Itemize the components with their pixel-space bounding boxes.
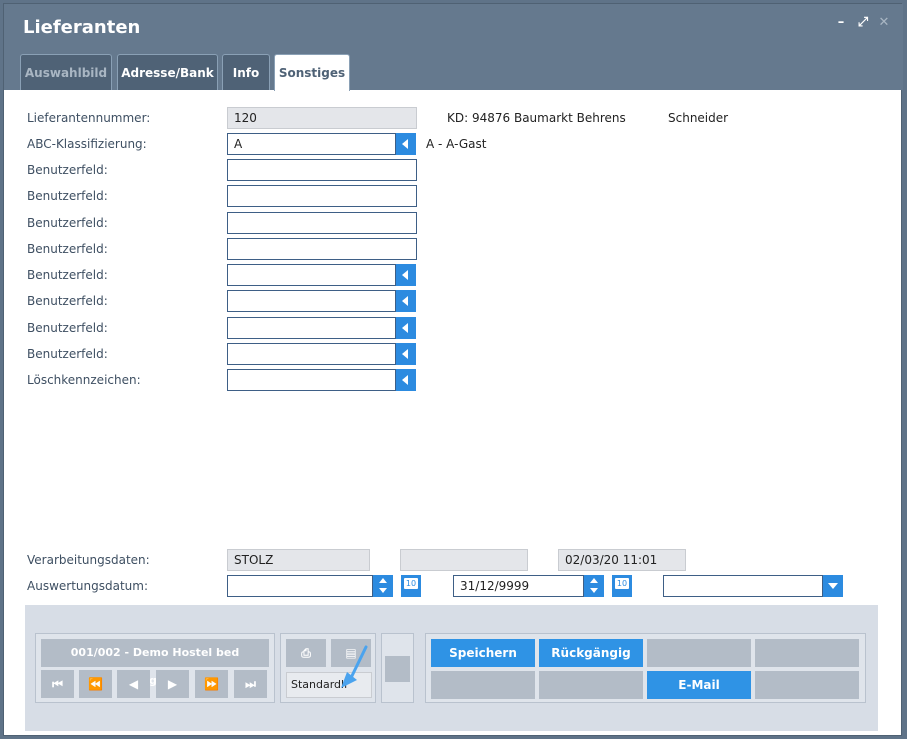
last-record-icon[interactable]: ⏭	[234, 670, 267, 698]
fast-forward-icon[interactable]: ⏩	[195, 670, 228, 698]
record-label: 001/002 - Demo Hostel bed categories	[41, 639, 269, 687]
delete-flag-lookup-icon[interactable]	[396, 369, 416, 391]
maximize-icon[interactable]: ⤢	[856, 16, 870, 30]
minimize-icon[interactable]: –	[834, 16, 848, 30]
title-bar: Lieferanten – ⤢ ✕ Auswahlbild Adresse/Ba…	[4, 4, 903, 91]
user-field-7[interactable]	[227, 317, 396, 339]
evaluation-date-1-field[interactable]	[227, 575, 373, 597]
user-field-8-lookup-icon[interactable]	[396, 343, 416, 365]
abc-label: ABC-Klassifizierung:	[27, 137, 147, 151]
user-field-8[interactable]	[227, 343, 396, 365]
processing-user-field: STOLZ	[227, 549, 370, 571]
user-field-4[interactable]	[227, 238, 417, 260]
save-button[interactable]: Speichern	[431, 639, 535, 667]
previous-record-icon[interactable]: ◀	[117, 670, 150, 698]
evaluation-select[interactable]	[663, 575, 823, 597]
tab-sonstiges[interactable]: Sonstiges	[274, 54, 350, 91]
action-slot-4[interactable]	[755, 639, 859, 667]
customer-name: Schneider	[668, 111, 729, 125]
user-field-6[interactable]	[227, 290, 396, 312]
tab-auswahlbild[interactable]: Auswahlbild	[20, 54, 112, 90]
user-field-label: Benutzerfeld:	[27, 347, 108, 361]
rewind-icon[interactable]: ⏪	[79, 670, 112, 698]
extra-panel	[381, 633, 414, 703]
user-field-3[interactable]	[227, 212, 417, 234]
actions-panel: Speichern Rückgängig E-Mail	[425, 633, 866, 703]
date-1-spinner[interactable]	[373, 575, 393, 597]
print-icon[interactable]: ⎙	[286, 639, 326, 667]
mouse-pointer-icon	[341, 645, 368, 688]
next-record-icon[interactable]: ▶	[156, 670, 189, 698]
processing-middle-field	[400, 549, 528, 571]
user-field-label: Benutzerfeld:	[27, 294, 108, 308]
window-title: Lieferanten	[23, 17, 141, 38]
abc-field[interactable]: A	[227, 133, 396, 155]
footer-toolbar: 001/002 - Demo Hostel bed categories ⏮ ⏪…	[25, 605, 878, 731]
email-button[interactable]: E-Mail	[647, 671, 751, 699]
evaluation-label: Auswertungsdatum:	[27, 579, 148, 593]
navigation-panel: 001/002 - Demo Hostel bed categories ⏮ ⏪…	[35, 633, 275, 703]
user-field-label: Benutzerfeld:	[27, 216, 108, 230]
print-panel: ⎙ ▤ Standardli	[280, 633, 376, 703]
lieferanten-window: Lieferanten – ⤢ ✕ Auswahlbild Adresse/Ba…	[3, 3, 903, 736]
user-field-label: Benutzerfeld:	[27, 321, 108, 335]
user-field-5-lookup-icon[interactable]	[396, 264, 416, 286]
delete-flag-label: Löschkennzeichen:	[27, 373, 141, 387]
abc-lookup-icon[interactable]	[396, 133, 416, 155]
undo-button[interactable]: Rückgängig	[539, 639, 643, 667]
date-1-calendar-icon[interactable]: 10	[401, 575, 421, 597]
action-slot-3[interactable]	[647, 639, 751, 667]
user-field-label: Benutzerfeld:	[27, 268, 108, 282]
action-slot-8[interactable]	[755, 671, 859, 699]
processing-label: Verarbeitungsdaten:	[27, 553, 150, 567]
first-record-icon[interactable]: ⏮	[41, 670, 74, 698]
user-field-label: Benutzerfeld:	[27, 163, 108, 177]
calendar-day-label: 10	[615, 578, 629, 589]
tab-info[interactable]: Info	[222, 54, 270, 90]
date-2-spinner[interactable]	[584, 575, 604, 597]
delete-flag-field[interactable]	[227, 369, 396, 391]
action-slot-6[interactable]	[539, 671, 643, 699]
tab-adresse-bank[interactable]: Adresse/Bank	[117, 54, 218, 90]
user-field-7-lookup-icon[interactable]	[396, 317, 416, 339]
extra-button[interactable]	[385, 656, 410, 682]
user-field-label: Benutzerfeld:	[27, 189, 108, 203]
evaluation-date-2-field[interactable]: 31/12/9999	[453, 575, 584, 597]
supplier-number-field: 120	[227, 107, 417, 129]
user-field-5[interactable]	[227, 264, 396, 286]
date-2-calendar-icon[interactable]: 10	[612, 575, 632, 597]
calendar-day-label: 10	[404, 578, 418, 589]
close-icon[interactable]: ✕	[877, 16, 891, 30]
abc-description: A - A-Gast	[426, 137, 487, 151]
user-field-2[interactable]	[227, 185, 417, 207]
user-field-1[interactable]	[227, 159, 417, 181]
processing-timestamp-field: 02/03/20 11:01	[558, 549, 686, 571]
user-field-6-lookup-icon[interactable]	[396, 290, 416, 312]
customer-info: KD: 94876 Baumarkt Behrens	[447, 111, 626, 125]
chevron-down-icon[interactable]	[823, 575, 843, 597]
supplier-number-label: Lieferantennummer:	[27, 111, 151, 125]
user-field-label: Benutzerfeld:	[27, 242, 108, 256]
action-slot-5[interactable]	[431, 671, 535, 699]
